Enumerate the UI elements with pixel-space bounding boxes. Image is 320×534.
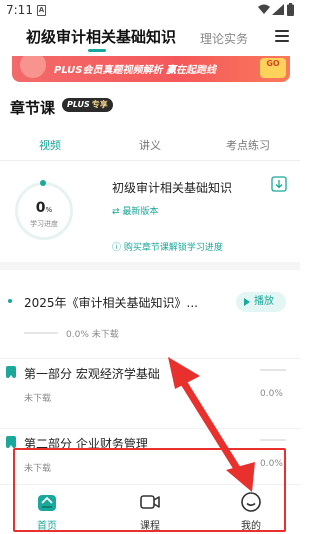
banner-decoration bbox=[20, 56, 46, 78]
part-title[interactable]: 第二部分 企业财务管理 bbox=[24, 435, 148, 452]
tab-courses[interactable]: 课程 bbox=[120, 491, 180, 532]
tab-home[interactable]: 首页 bbox=[17, 491, 77, 532]
tab-mine-label: 我的 bbox=[241, 521, 261, 532]
lesson-meta: 0.0% 未下载 bbox=[66, 327, 119, 340]
menu-icon[interactable] bbox=[275, 30, 289, 42]
version-link[interactable]: ⇄ 最新版本 bbox=[112, 204, 158, 217]
part-progress-bar bbox=[260, 439, 286, 441]
tab-home-label: 首页 bbox=[37, 521, 57, 532]
plus-badge-label: PLUS bbox=[67, 100, 90, 109]
section-divider bbox=[0, 262, 300, 270]
promo-banner[interactable]: PLUS会员真题视频解析 赢在起跑线 GO bbox=[12, 56, 290, 82]
part-progress: 0.0% bbox=[260, 389, 283, 399]
status-time: 7:11 bbox=[6, 3, 33, 17]
progress-percent: 0% bbox=[18, 200, 70, 216]
lesson-title[interactable]: 2025年《审计相关基础知识》... bbox=[24, 294, 198, 311]
lesson-2025[interactable]: 2025年《审计相关基础知识》... 播放 0.0% 未下载 bbox=[0, 288, 300, 348]
status-bar: 7:11 A bbox=[0, 0, 300, 22]
info-icon: ⓘ bbox=[112, 243, 124, 253]
progress-value: 0 bbox=[35, 200, 46, 216]
progress-dot bbox=[40, 180, 46, 186]
unlock-label: 购买章节课解锁学习进度 bbox=[123, 243, 223, 253]
home-icon bbox=[38, 495, 56, 511]
tab-practice[interactable]: 考点练习 bbox=[226, 137, 270, 153]
progress-unit: % bbox=[45, 206, 53, 214]
tab-video[interactable]: 视频 bbox=[39, 137, 61, 153]
part-status: 未下载 bbox=[24, 464, 52, 474]
part-progress-bar bbox=[260, 369, 286, 371]
banner-text: PLUS会员真题视频解析 赢在起跑线 bbox=[54, 65, 216, 76]
wifi-icon bbox=[258, 4, 270, 14]
tab-theory-practice[interactable]: 理论实务 bbox=[200, 30, 248, 47]
progress-label: 学习进度 bbox=[30, 220, 58, 228]
lesson-bullet bbox=[8, 299, 12, 303]
plus-badge-sub: 专享 bbox=[91, 100, 108, 109]
lesson-progress: 0.0% bbox=[66, 330, 89, 340]
tab-basic-knowledge[interactable]: 初级审计相关基础知识 bbox=[26, 26, 176, 47]
smile-icon bbox=[241, 492, 261, 512]
download-icon[interactable] bbox=[271, 176, 287, 192]
top-nav: 初级审计相关基础知识 理论实务 bbox=[0, 22, 300, 56]
bottom-tab-bar: 首页 课程 我的 bbox=[0, 484, 300, 534]
tab-mine[interactable]: 我的 bbox=[221, 491, 281, 532]
banner-go-badge[interactable]: GO bbox=[260, 58, 286, 78]
part-progress: 0.0% bbox=[260, 459, 283, 469]
sim-icon: A bbox=[37, 5, 46, 16]
lesson-status: 未下载 bbox=[91, 330, 119, 340]
unlock-link[interactable]: ⓘ 购买章节课解锁学习进度 bbox=[112, 240, 223, 253]
part-status: 未下载 bbox=[24, 394, 52, 404]
section-title: 章节课 bbox=[10, 99, 56, 117]
battery-icon bbox=[287, 3, 294, 16]
version-label: 最新版本 bbox=[122, 207, 159, 217]
tab-courses-label: 课程 bbox=[140, 521, 160, 532]
video-icon bbox=[140, 495, 160, 509]
bookmark-icon bbox=[6, 366, 16, 379]
tab-handout[interactable]: 讲义 bbox=[139, 137, 161, 153]
plus-badge: PLUS 专享 bbox=[62, 98, 113, 112]
play-button[interactable]: 播放 bbox=[236, 292, 286, 312]
list-item[interactable]: 第一部分 宏观经济学基础 未下载 0.0% bbox=[0, 358, 300, 428]
active-tab-indicator bbox=[88, 49, 106, 52]
course-card: 0% 学习进度 初级审计相关基础知识 ⇄ 最新版本 ⓘ 购买章节课解锁学习进度 bbox=[0, 162, 300, 253]
signal-icon bbox=[272, 4, 284, 15]
lesson-progress-bar bbox=[24, 332, 58, 334]
progress-ring: 0% 学习进度 bbox=[15, 180, 73, 240]
refresh-icon: ⇄ bbox=[112, 207, 123, 217]
sub-tabs: 视频 讲义 考点练习 bbox=[0, 133, 300, 161]
part-title[interactable]: 第一部分 宏观经济学基础 bbox=[24, 365, 160, 382]
bookmark-icon bbox=[6, 436, 16, 449]
course-name: 初级审计相关基础知识 bbox=[112, 181, 233, 195]
